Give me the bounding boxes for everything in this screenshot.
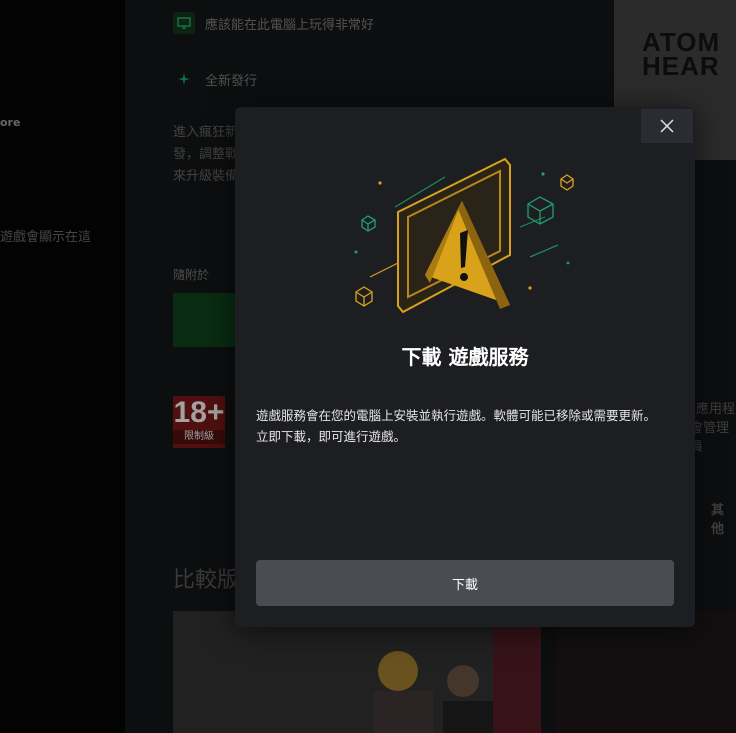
close-button[interactable] <box>641 109 693 143</box>
close-icon <box>660 119 674 133</box>
warning-illustration <box>354 157 574 314</box>
dialog-title: 下載 遊戲服務 <box>401 345 529 369</box>
dialog-message-line: 立即下載，即可進行遊戲。 <box>256 429 407 444</box>
download-service-dialog: 下載 遊戲服務 遊戲服務會在您的電腦上安裝並執行遊戲。軟體可能已移除或需要更新。… <box>235 107 695 627</box>
dialog-message: 遊戲服務會在您的電腦上安裝並執行遊戲。軟體可能已移除或需要更新。 立即下載，即可… <box>256 405 676 447</box>
dialog-message-line: 遊戲服務會在您的電腦上安裝並執行遊戲。軟體可能已移除或需要更新。 <box>256 408 657 423</box>
download-button[interactable]: 下載 <box>256 560 674 606</box>
app-window: ore 遊戲會顯示在這 應該能在此電腦上玩得非常好 全新發行 進入瘋狂新 發，調… <box>0 0 736 733</box>
